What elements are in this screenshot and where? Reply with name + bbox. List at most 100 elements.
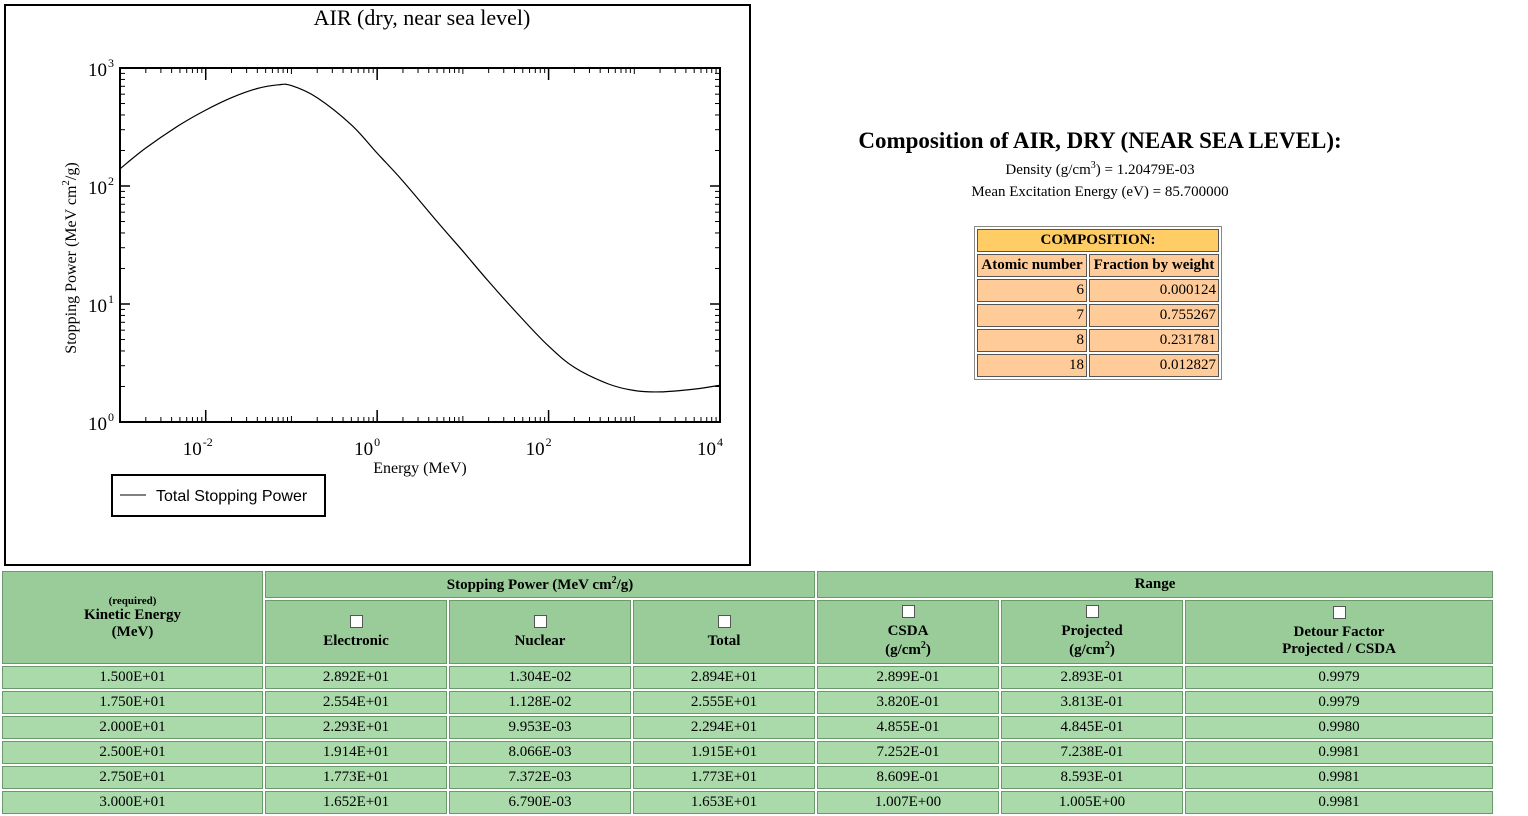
- x-tick-exponent: 0: [374, 435, 380, 449]
- kinetic-energy-cell: 2.750E+01: [2, 766, 263, 789]
- kinetic-energy-cell: 2.500E+01: [2, 741, 263, 764]
- table-row: 3.000E+01 1.652E+01 6.790E-03 1.653E+01 1.00…: [2, 791, 1493, 814]
- nuclear-cell: 7.372E-03: [449, 766, 631, 789]
- x-tick-label: 10: [183, 439, 202, 460]
- total-label: Total: [707, 632, 741, 649]
- density-line: Density (g/cm3) = 1.20479E-03: [760, 156, 1440, 180]
- nuclear-cell: 1.304E-02: [449, 666, 631, 689]
- table-row: 2.500E+01 1.914E+01 8.066E-03 1.915E+01 7.25…: [2, 741, 1493, 764]
- csda-cell: 1.007E+00: [817, 791, 999, 814]
- col-atomic-number: Atomic number: [977, 254, 1087, 277]
- table-row: 1.750E+01 2.554E+01 1.128E-02 2.555E+01 3.82…: [2, 691, 1493, 714]
- density-label: Density (g/cm: [1005, 162, 1091, 178]
- csda-cell: 8.609E-01: [817, 766, 999, 789]
- electronic-cell: 1.652E+01: [265, 791, 447, 814]
- detour-sublabel: Projected / CSDA: [1282, 641, 1396, 657]
- detour-factor-cell: 0.9979: [1185, 691, 1493, 714]
- atomic-number-cell: 18: [977, 354, 1087, 377]
- kinetic-energy-unit: (MeV): [111, 623, 154, 640]
- chart-title: AIR (dry, near sea level): [314, 6, 531, 30]
- x-tick-exponent: 4: [717, 435, 723, 449]
- atomic-number-cell: 6: [977, 279, 1087, 302]
- col-fraction-by-weight: Fraction by weight: [1089, 254, 1219, 277]
- composition-row: 8 0.231781: [977, 329, 1219, 352]
- table-row: 1.500E+01 2.892E+01 1.304E-02 2.894E+01 2.89…: [2, 666, 1493, 689]
- csda-checkbox[interactable]: [901, 605, 915, 618]
- fraction-cell: 0.000124: [1089, 279, 1219, 302]
- total-cell: 2.555E+01: [633, 691, 815, 714]
- y-tick-label: 10: [88, 414, 107, 435]
- nuclear-header: Nuclear: [449, 600, 631, 664]
- required-label: (required): [108, 594, 157, 607]
- csda-header: CSDA (g/cm2): [817, 600, 999, 664]
- stopping-power-data-table: (required) Kinetic Energy (MeV) Stopping…: [0, 569, 1495, 816]
- electronic-cell: 2.892E+01: [265, 666, 447, 689]
- y-axis-label: Stopping Power (MeV cm2/g): [60, 162, 80, 353]
- x-tick-label: 10: [526, 439, 545, 460]
- detour-factor-cell: 0.9980: [1185, 716, 1493, 739]
- density-value: ) = 1.20479E-03: [1095, 162, 1195, 178]
- fraction-cell: 0.755267: [1089, 304, 1219, 327]
- composition-row: 7 0.755267: [977, 304, 1219, 327]
- y-tick-exponent: 2: [108, 174, 114, 188]
- total-cell: 1.653E+01: [633, 791, 815, 814]
- total-checkbox[interactable]: [717, 614, 731, 628]
- detour-factor-cell: 0.9981: [1185, 766, 1493, 789]
- table-row: 2.750E+01 1.773E+01 7.372E-03 1.773E+01 8.60…: [2, 766, 1493, 789]
- composition-row: 6 0.000124: [977, 279, 1219, 302]
- total-cell: 2.894E+01: [633, 666, 815, 689]
- composition-title: Composition of AIR, DRY (NEAR SEA LEVEL)…: [858, 128, 1342, 153]
- nuclear-checkbox[interactable]: [533, 614, 547, 628]
- electronic-checkbox[interactable]: [349, 614, 363, 628]
- kinetic-energy-cell: 2.000E+01: [2, 716, 263, 739]
- plot-frame: [119, 67, 721, 423]
- y-tick-exponent: 0: [108, 410, 114, 424]
- y-axis-label-main: Stopping Power (MeV cm: [63, 185, 80, 354]
- x-axis-label: Energy (MeV): [373, 460, 466, 477]
- atomic-number-cell: 8: [977, 329, 1087, 352]
- composition-table-title: COMPOSITION:: [977, 229, 1219, 252]
- projected-label: Projected: [1061, 623, 1123, 639]
- stopping-group-tail: /g): [616, 577, 634, 593]
- atomic-number-cell: 7: [977, 304, 1087, 327]
- fraction-cell: 0.012827: [1089, 354, 1219, 377]
- electronic-cell: 2.293E+01: [265, 716, 447, 739]
- chart-svg: AIR (dry, near sea level) 10 -2 10 0 10 2 10 41…: [60, 6, 723, 517]
- mean-excitation-line: Mean Excitation Energy (eV) = 85.700000: [971, 184, 1229, 200]
- y-tick-label: 10: [88, 178, 107, 199]
- composition-row: 18 0.012827: [977, 354, 1219, 377]
- projected-unit-a: (g/cm: [1069, 642, 1105, 658]
- electronic-cell: 1.773E+01: [265, 766, 447, 789]
- csda-cell: 2.899E-01: [817, 666, 999, 689]
- nuclear-label: Nuclear: [514, 632, 566, 649]
- stopping-power-chart: AIR (dry, near sea level) 10 -2 10 0 10 2 10 4 1…: [4, 4, 751, 566]
- nuclear-cell: 8.066E-03: [449, 741, 631, 764]
- electronic-label: Electronic: [323, 632, 389, 649]
- projected-cell: 7.238E-01: [1001, 741, 1183, 764]
- projected-cell: 3.813E-01: [1001, 691, 1183, 714]
- kinetic-energy-cell: 1.750E+01: [2, 691, 263, 714]
- composition-panel: Composition of AIR, DRY (NEAR SEA LEVEL)…: [760, 128, 1440, 202]
- csda-label: CSDA: [887, 623, 929, 639]
- detour-checkbox[interactable]: [1332, 606, 1346, 619]
- x-tick-exponent: -2: [203, 435, 213, 449]
- csda-unit-a: (g/cm: [885, 642, 921, 658]
- electronic-cell: 2.554E+01: [265, 691, 447, 714]
- range-group-header: Range: [817, 571, 1493, 598]
- csda-cell: 3.820E-01: [817, 691, 999, 714]
- projected-cell: 1.005E+00: [1001, 791, 1183, 814]
- projected-cell: 4.845E-01: [1001, 716, 1183, 739]
- stopping-group-label: Stopping Power (MeV cm: [446, 577, 612, 593]
- total-cell: 1.773E+01: [633, 766, 815, 789]
- fraction-cell: 0.231781: [1089, 329, 1219, 352]
- table-row: 2.000E+01 2.293E+01 9.953E-03 2.294E+01 4.85…: [2, 716, 1493, 739]
- x-tick-label: 10: [697, 439, 716, 460]
- stopping-power-group-header: Stopping Power (MeV cm2/g): [265, 571, 815, 598]
- y-tick-exponent: 3: [108, 56, 114, 70]
- y-axis-label-tail: /g): [63, 162, 80, 180]
- nuclear-cell: 1.128E-02: [449, 691, 631, 714]
- data-table-body: 1.500E+01 2.892E+01 1.304E-02 2.894E+01 2.89…: [2, 666, 1493, 814]
- electronic-header: Electronic: [265, 600, 447, 664]
- projected-checkbox[interactable]: [1085, 605, 1099, 618]
- total-header: Total: [633, 600, 815, 664]
